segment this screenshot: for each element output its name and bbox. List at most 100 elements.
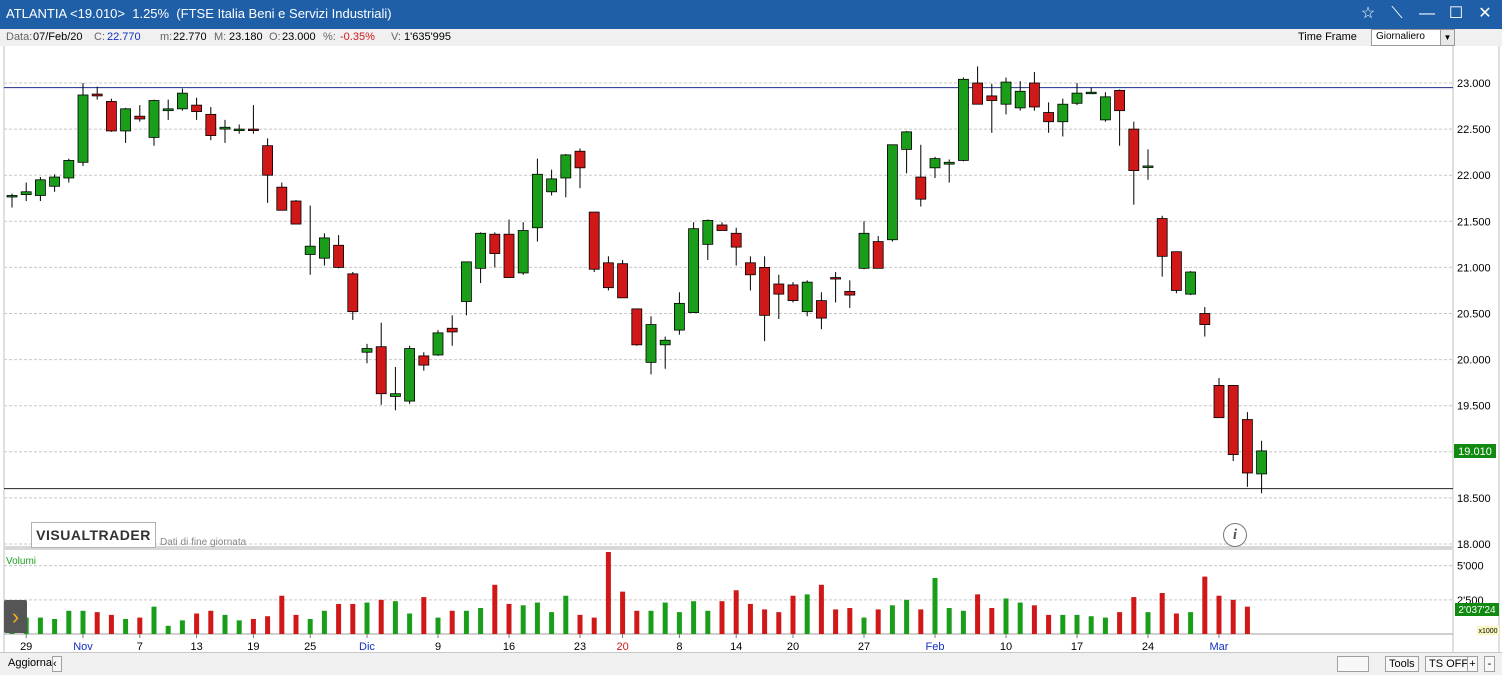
candle-body bbox=[546, 178, 557, 193]
volume-label: V: bbox=[391, 31, 401, 43]
volume-bar bbox=[918, 609, 924, 634]
volume-bar bbox=[634, 610, 640, 634]
candle-body bbox=[191, 104, 203, 112]
candle-body bbox=[318, 237, 330, 259]
maximize-button[interactable]: ☐ bbox=[1443, 2, 1469, 26]
volume-bar bbox=[1003, 598, 1009, 634]
ohlc-info-bar: Data: 07/Feb/20 C: 22.770 m: 22.770 M: 2… bbox=[0, 29, 1502, 47]
scrollbar-thumb[interactable] bbox=[1337, 656, 1369, 672]
refresh-button[interactable]: Aggiorna bbox=[5, 656, 55, 670]
visualtrader-logo: VISUALTRADER bbox=[31, 522, 156, 548]
candle-body bbox=[1242, 419, 1253, 474]
candle-body bbox=[858, 232, 870, 269]
chevron-down-icon[interactable]: ▼ bbox=[1440, 30, 1454, 45]
candle-body bbox=[730, 232, 742, 248]
high-value: 23.180 bbox=[229, 31, 263, 43]
zoom-out-button[interactable]: - bbox=[1484, 656, 1495, 672]
volume-bar bbox=[236, 620, 242, 634]
price-chart[interactable]: 23.000 22.500 22.000 21.500 21.000 20.500 20.0… bbox=[0, 46, 1502, 652]
volume-bar bbox=[151, 606, 157, 634]
volume-bar bbox=[478, 608, 484, 634]
timeframe-select[interactable]: Giornaliero ▼ bbox=[1371, 29, 1455, 46]
volume-bar bbox=[875, 609, 881, 634]
expand-panel-arrow-icon[interactable]: › bbox=[4, 600, 27, 633]
x-tick-label: 13 bbox=[190, 641, 202, 652]
candle-body bbox=[603, 262, 614, 289]
volume-bar bbox=[847, 608, 853, 634]
volume-bar bbox=[1131, 597, 1137, 634]
favorite-star-icon[interactable]: ☆ bbox=[1355, 2, 1381, 26]
x-tick-label: 7 bbox=[137, 641, 143, 652]
candle-body bbox=[702, 219, 714, 245]
volume-bar bbox=[534, 602, 540, 634]
candle-body bbox=[134, 115, 146, 120]
candle-body bbox=[148, 100, 160, 138]
x-tick-label: 10 bbox=[1000, 641, 1012, 652]
volume-bar bbox=[946, 608, 952, 634]
pin-icon[interactable]: ⟍ bbox=[1384, 2, 1410, 26]
candle-body bbox=[1227, 385, 1239, 455]
close-button[interactable]: ✕ bbox=[1472, 2, 1498, 26]
volume-bar bbox=[1102, 617, 1108, 634]
volume-bar bbox=[1060, 614, 1066, 634]
scroll-left-icon[interactable]: ‹ bbox=[52, 656, 62, 672]
minimize-button[interactable]: — bbox=[1414, 2, 1440, 26]
volume-bar bbox=[506, 603, 512, 634]
date-value: 07/Feb/20 bbox=[33, 31, 83, 43]
volume-bar bbox=[1216, 595, 1222, 634]
volume-bar bbox=[904, 599, 910, 634]
volume-bar bbox=[435, 617, 441, 634]
candle-body bbox=[1213, 385, 1225, 419]
y-tick-label: 19.500 bbox=[1457, 401, 1491, 413]
candle-body bbox=[688, 228, 699, 313]
low-label: m: bbox=[160, 31, 173, 43]
volume-bar bbox=[605, 552, 611, 634]
candle-body bbox=[290, 200, 302, 225]
volume-bar bbox=[1230, 599, 1236, 634]
volume-bar bbox=[762, 609, 768, 634]
ts-off-button[interactable]: TS OFF bbox=[1425, 656, 1473, 672]
x-tick-label: 24 bbox=[1142, 641, 1154, 652]
candle-body bbox=[801, 281, 813, 313]
candle-body bbox=[375, 346, 387, 395]
volume-bar bbox=[833, 609, 839, 634]
candle-body bbox=[588, 211, 600, 270]
candle-body bbox=[20, 191, 32, 195]
candle-body bbox=[1100, 96, 1111, 121]
data-source-note: Dati di fine giornata bbox=[160, 537, 247, 548]
x-tick-label: 16 bbox=[503, 641, 515, 652]
open-value: 23.000 bbox=[282, 31, 316, 43]
candle-body bbox=[91, 93, 103, 97]
x-tick-label: 17 bbox=[1071, 641, 1083, 652]
candle bbox=[404, 345, 416, 404]
tools-button[interactable]: Tools bbox=[1385, 656, 1419, 672]
candle-body bbox=[503, 233, 515, 278]
x-tick-label: 14 bbox=[730, 641, 742, 652]
volume-bar bbox=[989, 608, 995, 634]
volume-bar bbox=[1017, 602, 1023, 634]
x-tick-label: Dic bbox=[359, 641, 375, 652]
high-label: M: bbox=[214, 31, 227, 43]
candle-body bbox=[901, 131, 912, 150]
candle-body bbox=[929, 158, 941, 169]
candle-body bbox=[972, 82, 983, 105]
candle-body bbox=[262, 145, 274, 176]
last-price-tag: 19.010 bbox=[1454, 444, 1496, 458]
candle-body bbox=[304, 245, 316, 255]
volume-bar bbox=[705, 610, 711, 634]
candle-body bbox=[659, 339, 671, 346]
info-icon[interactable]: i bbox=[1223, 523, 1247, 547]
volume-bar bbox=[549, 612, 555, 634]
x-tick-label: 23 bbox=[574, 641, 586, 652]
x-tick-label: 8 bbox=[676, 641, 682, 652]
volume-bar bbox=[52, 618, 58, 634]
volume-bar bbox=[179, 620, 185, 634]
volume-bar bbox=[1046, 614, 1052, 634]
candle-body bbox=[716, 224, 728, 231]
candle-body bbox=[872, 241, 884, 269]
volume-bar bbox=[364, 602, 370, 634]
candle-body bbox=[1185, 271, 1196, 295]
x-tick-label: 19 bbox=[247, 641, 259, 652]
candle-body bbox=[1085, 91, 1097, 95]
zoom-in-button[interactable]: + bbox=[1467, 656, 1478, 672]
